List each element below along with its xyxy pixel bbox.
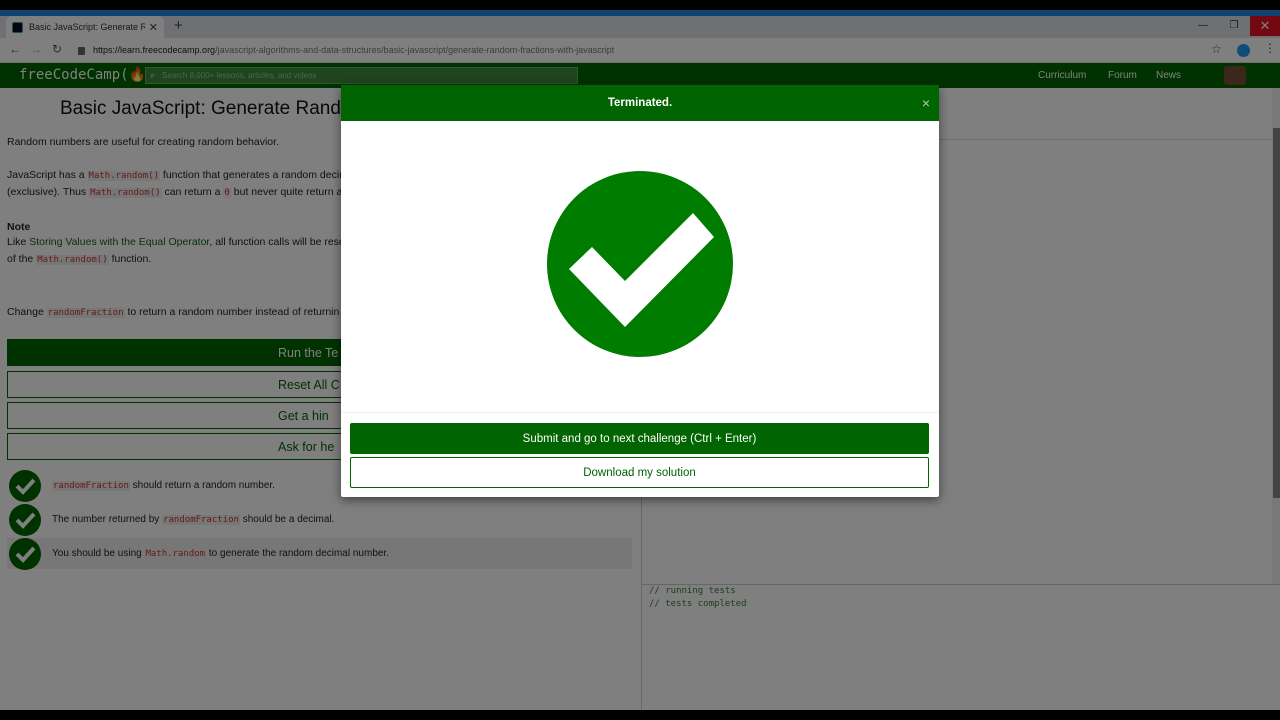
modal-header: Terminated. ×	[341, 85, 939, 121]
modal-close-icon[interactable]: ×	[922, 85, 930, 121]
modal-body	[341, 121, 939, 413]
taskbar-edge	[0, 710, 1280, 720]
download-solution-button[interactable]: Download my solution	[350, 457, 929, 488]
submit-next-challenge-button[interactable]: Submit and go to next challenge (Ctrl + …	[350, 423, 929, 454]
success-check-icon	[547, 171, 733, 357]
completion-modal: Terminated. × Submit and go to next chal…	[341, 85, 939, 497]
screen: Basic JavaScript: Generate Rando ✕ + — ❐…	[0, 0, 1280, 720]
modal-title: Terminated.	[607, 97, 673, 109]
